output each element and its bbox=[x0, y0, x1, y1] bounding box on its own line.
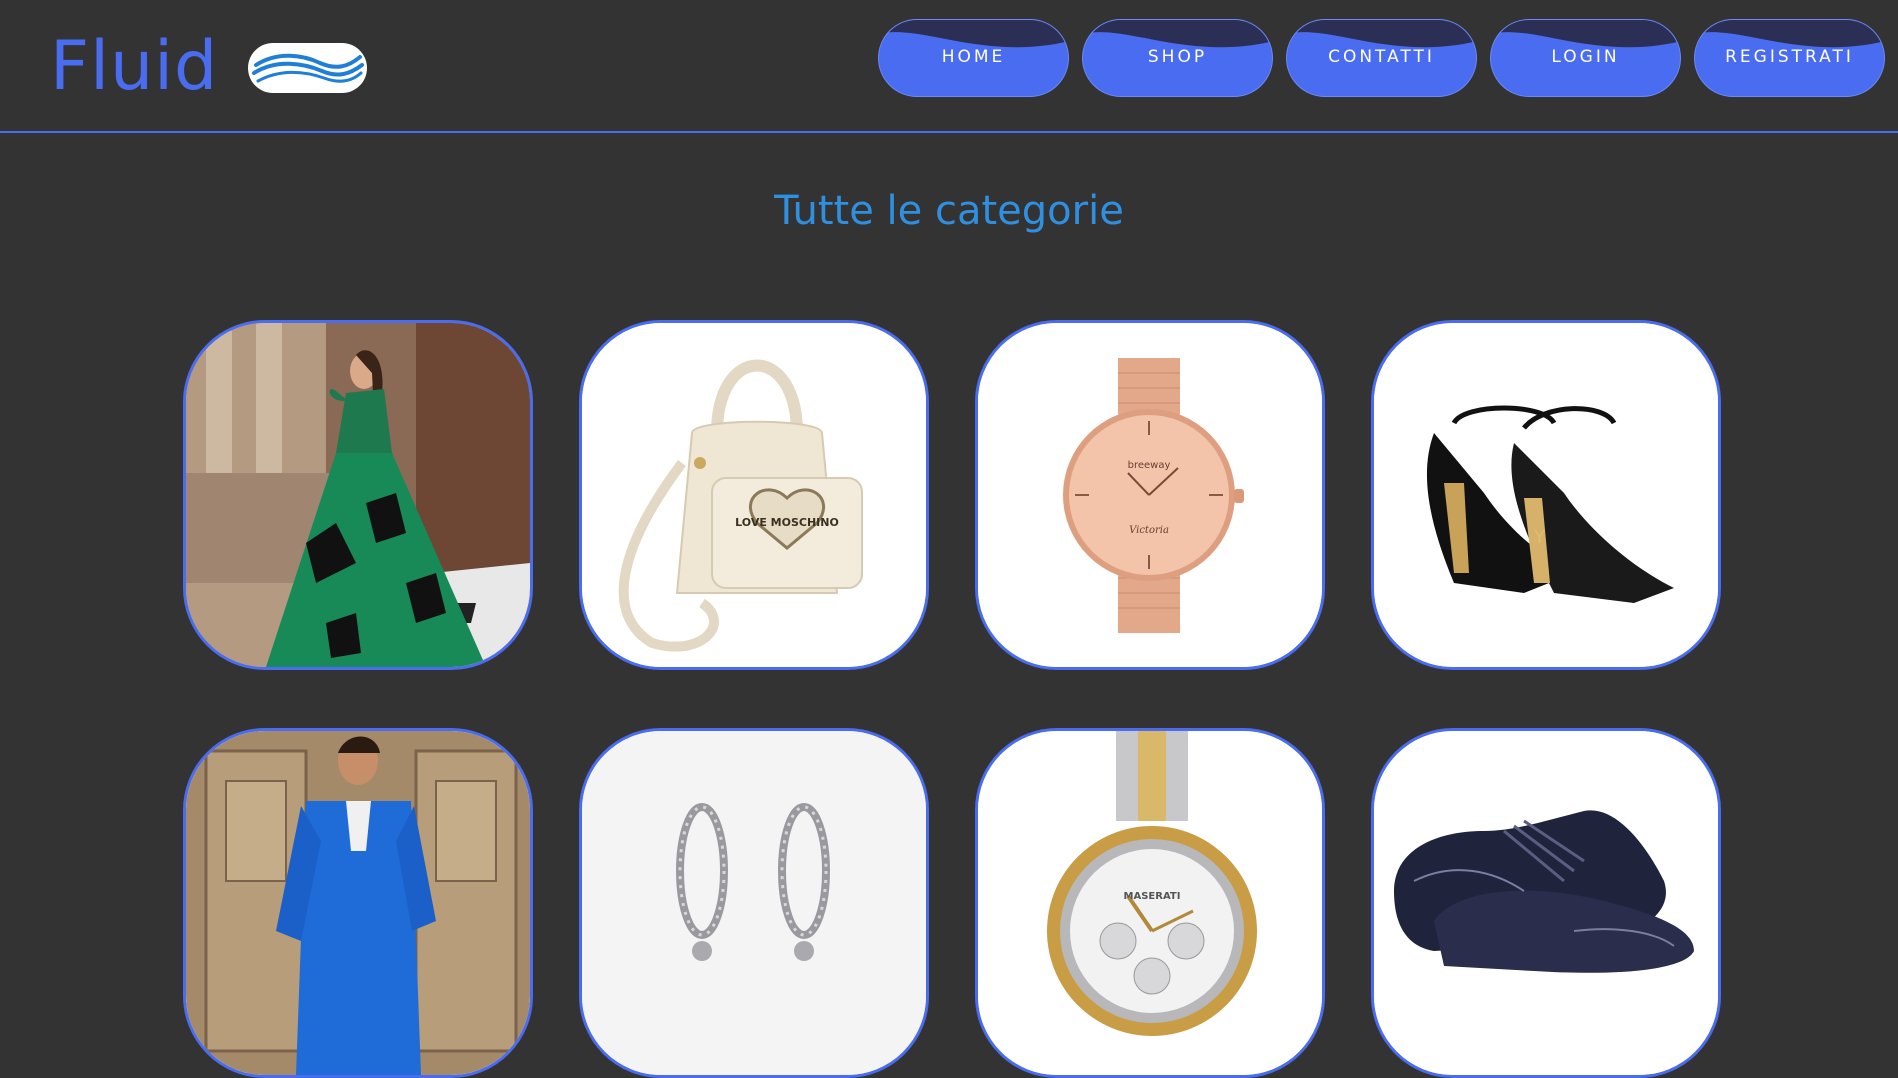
handbag-image: LOVE MOSCHINO bbox=[582, 323, 926, 667]
nav-home-label: HOME bbox=[941, 47, 1006, 67]
nav-shop[interactable]: SHOP bbox=[1082, 19, 1273, 97]
nav-home[interactable]: HOME bbox=[878, 19, 1069, 97]
man-blue-suit-image bbox=[186, 731, 530, 1075]
site-header: Fluid HOME SHOP CONTATTI LOGIN REGISTRAT… bbox=[0, 0, 1898, 133]
handbag-brand-text: LOVE MOSCHINO bbox=[735, 516, 839, 529]
nav-contatti-label: CONTATTI bbox=[1328, 47, 1435, 67]
maserati-brand-text: MASERATI bbox=[1124, 891, 1181, 902]
nav-login-label: LOGIN bbox=[1551, 47, 1620, 67]
high-heel-sandal-image: Y bbox=[1374, 323, 1718, 667]
brand-name[interactable]: Fluid bbox=[50, 22, 218, 112]
category-card-abiti-donna[interactable] bbox=[183, 320, 533, 670]
rose-gold-watch-image: breeway Victoria bbox=[978, 323, 1322, 667]
waves-logo-icon[interactable] bbox=[248, 43, 367, 93]
page-title: Tutte le categorie bbox=[774, 188, 1124, 234]
nav-contatti[interactable]: CONTATTI bbox=[1286, 19, 1477, 97]
category-card-gioielli[interactable] bbox=[579, 728, 929, 1078]
patent-leather-shoes-image bbox=[1374, 731, 1718, 1075]
category-card-scarpe-uomo[interactable] bbox=[1371, 728, 1721, 1078]
category-card-scarpe-donna[interactable]: Y bbox=[1371, 320, 1721, 670]
main-nav: HOME SHOP CONTATTI LOGIN REGISTRATI bbox=[878, 19, 1885, 97]
watch-model-text: Victoria bbox=[1129, 525, 1169, 536]
nav-login[interactable]: LOGIN bbox=[1490, 19, 1681, 97]
watch-brand-text: breeway bbox=[1128, 460, 1171, 471]
nav-registrati-label: REGISTRATI bbox=[1725, 47, 1854, 67]
steel-gold-watch-image: MASERATI bbox=[978, 731, 1322, 1075]
hoop-earrings-image bbox=[582, 731, 926, 1075]
nav-shop-label: SHOP bbox=[1147, 47, 1208, 67]
svg-text:Y: Y bbox=[1533, 527, 1546, 548]
woman-green-dress-image bbox=[186, 323, 530, 667]
category-card-orologi-uomo[interactable]: MASERATI bbox=[975, 728, 1325, 1078]
category-card-abiti-uomo[interactable] bbox=[183, 728, 533, 1078]
category-card-orologi-donna[interactable]: breeway Victoria bbox=[975, 320, 1325, 670]
category-card-borse[interactable]: LOVE MOSCHINO bbox=[579, 320, 929, 670]
nav-registrati[interactable]: REGISTRATI bbox=[1694, 19, 1885, 97]
